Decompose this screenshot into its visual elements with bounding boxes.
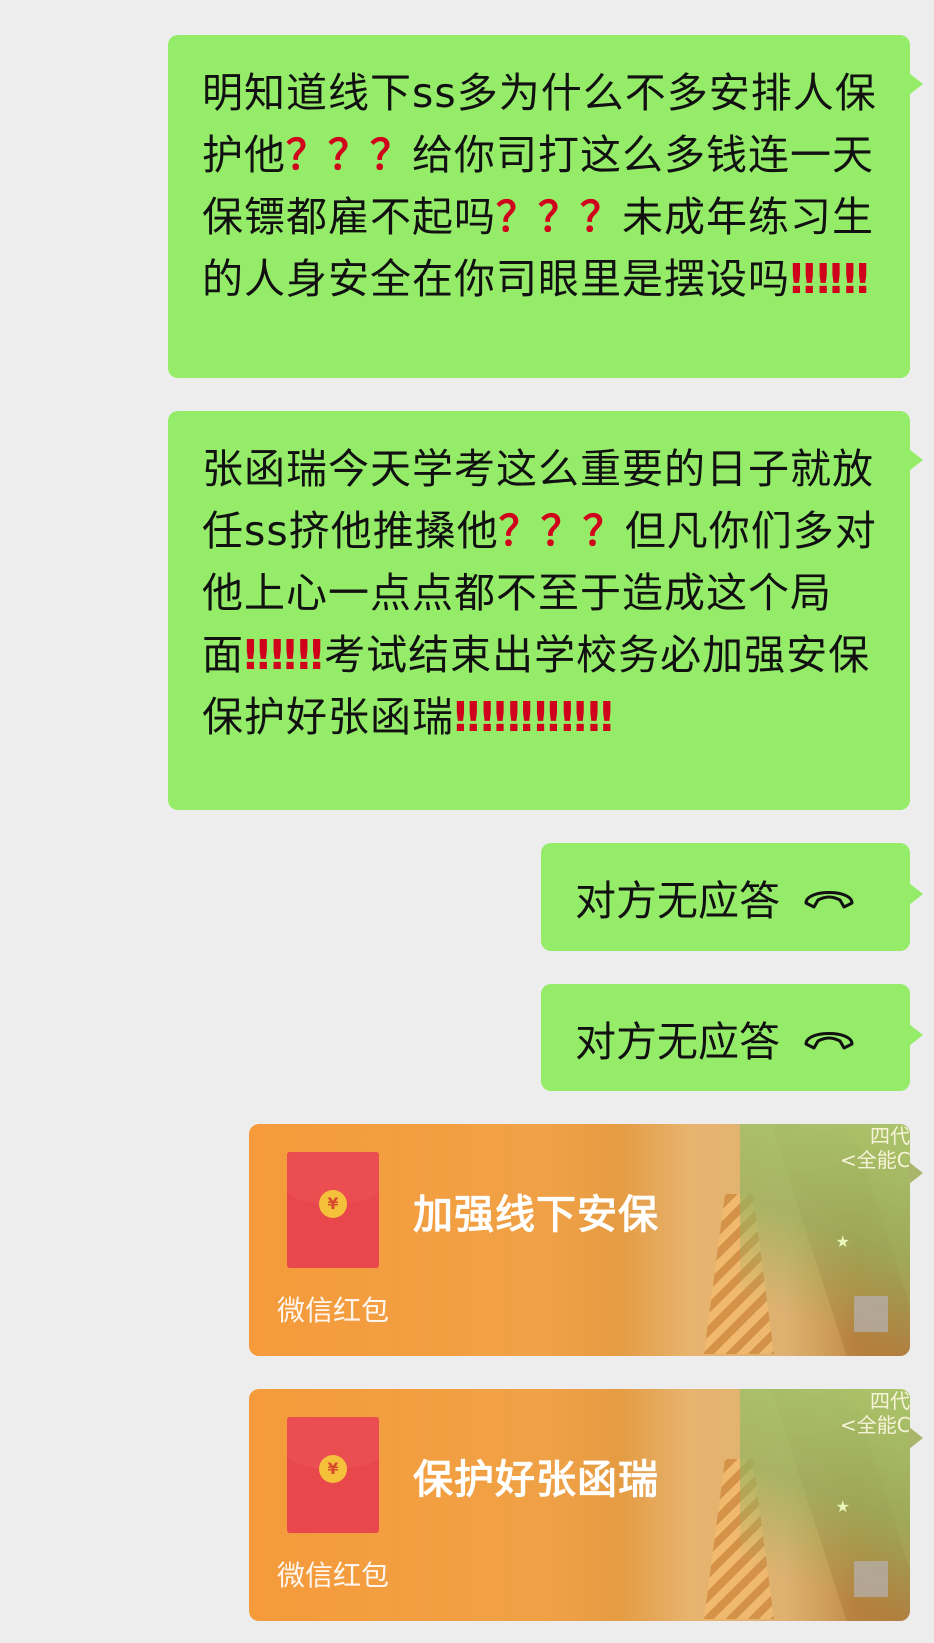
hangup-phone-icon: [804, 891, 854, 909]
cover-mark: [854, 1561, 888, 1597]
call-status-text: 对方无应答: [575, 1017, 780, 1066]
red-envelope-icon: ¥: [287, 1152, 379, 1268]
message-text: 张函瑞今天学考这么重要的日子就放任ss挤他推搡他？？？但凡你们多对他上心一点点都…: [202, 445, 877, 741]
yuan-coin-icon: ¥: [319, 1190, 347, 1218]
cover-text: 四代 <全能C: [840, 1124, 910, 1172]
missed-call-bubble-1[interactable]: 对方无应答: [541, 843, 923, 951]
missed-call-bubble-2[interactable]: 对方无应答: [541, 984, 923, 1091]
cover-text: 四代 <全能C: [840, 1389, 910, 1437]
hangup-phone-icon: [804, 1031, 854, 1049]
yuan-coin-icon: ¥: [319, 1455, 347, 1483]
red-packet-message-1[interactable]: 四代 <全能C ★ ¥ 加强线下安保 微信红包: [249, 1124, 923, 1356]
red-packet-label: 微信红包: [277, 1559, 390, 1592]
red-envelope-icon: ¥: [287, 1417, 379, 1533]
cover-mark: [854, 1296, 888, 1332]
red-packet-title: 加强线下安保: [413, 1192, 659, 1238]
red-packet-label: 微信红包: [277, 1294, 390, 1327]
call-status-text: 对方无应答: [575, 877, 780, 925]
red-packet-title: 保护好张函瑞: [413, 1457, 659, 1503]
message-bubble-2[interactable]: 张函瑞今天学考这么重要的日子就放任ss挤他推搡他？？？但凡你们多对他上心一点点都…: [168, 411, 923, 810]
red-packet-message-2[interactable]: 四代 <全能C ★ ¥ 保护好张函瑞 微信红包: [249, 1389, 923, 1621]
message-text: 明知道线下ss多为什么不多安排人保护他？？？给你司打这么多钱连一天保镖都雇不起吗…: [202, 69, 877, 303]
star-icon: ★: [835, 1497, 850, 1516]
star-icon: ★: [835, 1232, 850, 1251]
message-bubble-1[interactable]: 明知道线下ss多为什么不多安排人保护他？？？给你司打这么多钱连一天保镖都雇不起吗…: [168, 35, 923, 378]
